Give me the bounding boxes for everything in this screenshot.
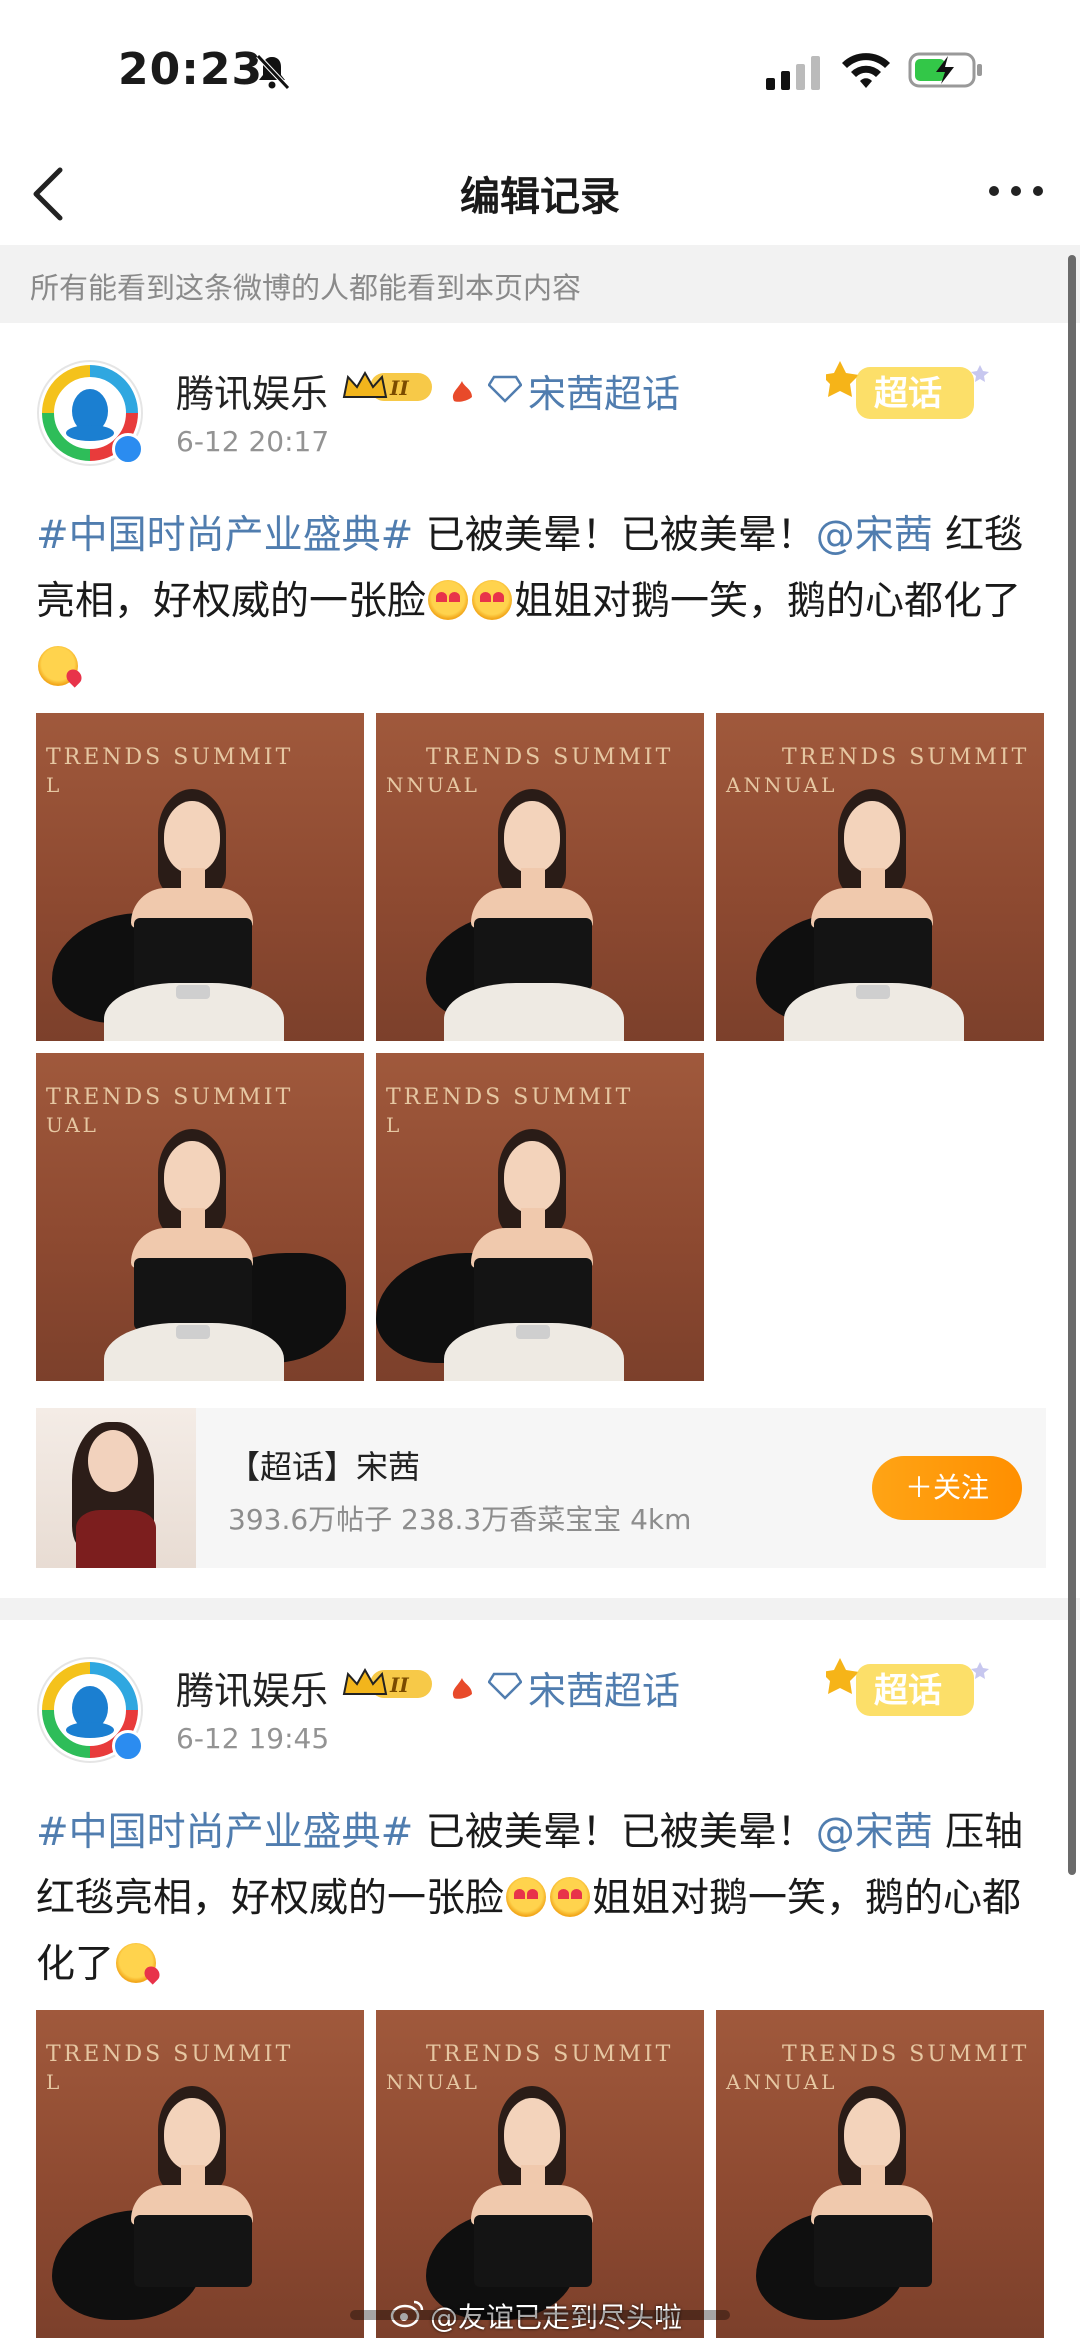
photo-thumbnail[interactable]: TRENDS SUMMIT ANNUAL <box>716 713 1044 1041</box>
super-badge-text: 超话 <box>874 374 942 414</box>
post-text-part: 姐姐对鹅一笑，鹅的心都化了 <box>514 579 1022 624</box>
super-badge-text: 超话 <box>874 1671 942 1711</box>
photo-banner-sub: L <box>46 2070 63 2094</box>
kiss-emoji-icon <box>116 1943 157 1983</box>
verified-badge-icon <box>112 1730 144 1762</box>
topic-link[interactable]: 宋茜超话 <box>528 363 680 418</box>
photo-banner-text: TRENDS SUMMIT <box>426 2042 674 2067</box>
heart-eyes-emoji-icon <box>428 580 469 620</box>
bell-muted-icon <box>256 54 290 90</box>
topic-link[interactable]: 宋茜超话 <box>528 1660 680 1715</box>
page-title: 编辑记录 <box>460 174 620 220</box>
home-indicator[interactable] <box>350 2310 730 2320</box>
photo-thumbnail[interactable]: TRENDS SUMMIT NNUAL <box>376 713 704 1041</box>
photo-banner-sub: L <box>46 773 63 797</box>
photo-banner-sub: ANNUAL <box>726 2070 838 2094</box>
hashtag-link[interactable]: #中国时尚产业盛典# <box>36 513 413 558</box>
heart-eyes-emoji-icon <box>550 1877 591 1917</box>
photo-banner-text: TRENDS SUMMIT <box>46 2042 294 2067</box>
wifi-icon <box>842 53 890 88</box>
author-name[interactable]: 腾讯娱乐 <box>176 1660 328 1715</box>
super-topic-badge-icon[interactable]: 超话 <box>826 1650 996 1726</box>
signal-icon <box>766 56 820 90</box>
photo-banner-text: TRENDS SUMMIT <box>782 2042 1030 2067</box>
diamond-topic-icon <box>488 375 522 403</box>
svg-text:II: II <box>389 376 409 400</box>
post-time: 6-12 19:45 <box>176 1722 330 1755</box>
crown-level-icon: II <box>342 370 432 401</box>
photo-banner-text: TRENDS SUMMIT <box>46 745 294 770</box>
battery-charging-icon <box>908 52 982 88</box>
more-options-icon[interactable] <box>986 176 1046 206</box>
crown-level-icon: II <box>342 1667 432 1698</box>
photo-thumbnail[interactable]: TRENDS SUMMIT L <box>36 713 364 1041</box>
photo-banner-text: TRENDS SUMMIT <box>782 745 1030 770</box>
follow-button[interactable]: ＋关注 <box>872 1456 1022 1520</box>
post-text-part: 已被美晕！已被美晕！ <box>413 513 816 558</box>
photo-banner-text: TRENDS SUMMIT <box>46 1085 294 1110</box>
post-separator <box>0 1598 1080 1620</box>
photo-thumbnail[interactable]: TRENDS SUMMIT L <box>36 2010 364 2338</box>
notice-text: 所有能看到这条微博的人都能看到本页内容 <box>30 271 582 305</box>
verified-badge-icon <box>112 433 144 465</box>
hashtag-link[interactable]: #中国时尚产业盛典# <box>36 1810 413 1855</box>
photo-thumbnail[interactable]: TRENDS SUMMIT UAL <box>36 1053 364 1381</box>
post-text-part: 已被美晕！已被美晕！ <box>413 1810 816 1855</box>
super-topic-card[interactable]: 【超话】宋茜 393.6万帖子 238.3万香菜宝宝 4km ＋关注 <box>36 1408 1046 1568</box>
nav-bar: 编辑记录 <box>0 140 1080 245</box>
post-time: 6-12 20:17 <box>176 425 330 458</box>
author-name[interactable]: 腾讯娱乐 <box>176 363 328 418</box>
status-bar: 20:23 <box>0 0 1080 140</box>
topic-card-image <box>36 1408 196 1568</box>
super-topic-badge-icon[interactable]: 超话 <box>826 353 996 429</box>
topic-card-title: 【超话】宋茜 <box>228 1448 421 1486</box>
post-card: 腾讯娱乐 II 宋茜超话 6-12 19:45 超话 #中国时尚产业盛典# 已被… <box>0 1620 1068 2340</box>
photo-thumbnail[interactable]: TRENDS SUMMIT L <box>376 1053 704 1381</box>
mention-link[interactable]: @宋茜 <box>816 513 933 558</box>
post-card: 腾讯娱乐 II 宋茜超话 6-12 20:17 超话 #中国时尚产业盛典# 已被… <box>0 323 1068 1598</box>
fire-icon <box>452 1678 472 1699</box>
scrollbar[interactable] <box>1068 255 1076 1875</box>
photo-banner-sub: UAL <box>46 1113 99 1137</box>
photo-thumbnail[interactable]: TRENDS SUMMIT NNUAL <box>376 2010 704 2338</box>
diamond-topic-icon <box>488 1672 522 1700</box>
visibility-notice: 所有能看到这条微博的人都能看到本页内容 <box>0 245 1080 323</box>
mention-link[interactable]: @宋茜 <box>816 1810 933 1855</box>
svg-text:II: II <box>389 1673 409 1697</box>
photo-banner-sub: ANNUAL <box>726 773 838 797</box>
photo-thumbnail[interactable]: TRENDS SUMMIT ANNUAL <box>716 2010 1044 2338</box>
photo-banner-text: TRENDS SUMMIT <box>426 745 674 770</box>
status-time: 20:23 <box>118 44 264 95</box>
post-content: #中国时尚产业盛典# 已被美晕！已被美晕！@宋茜 红毯亮相，好权威的一张脸 姐姐对… <box>36 503 1036 701</box>
photo-banner-sub: NNUAL <box>386 773 480 797</box>
kiss-emoji-icon <box>38 646 78 686</box>
post-content: #中国时尚产业盛典# 已被美晕！已被美晕！@宋茜 压轴红毯亮相，好权威的一张脸姐… <box>36 1800 1036 1998</box>
topic-card-stats: 393.6万帖子 238.3万香菜宝宝 4km <box>228 1503 692 1536</box>
heart-eyes-emoji-icon <box>472 580 513 620</box>
fire-icon <box>452 381 472 402</box>
photo-banner-sub: L <box>386 1113 403 1137</box>
photo-banner-text: TRENDS SUMMIT <box>386 1085 634 1110</box>
photo-banner-sub: NNUAL <box>386 2070 480 2094</box>
heart-eyes-emoji-icon <box>506 1877 547 1917</box>
